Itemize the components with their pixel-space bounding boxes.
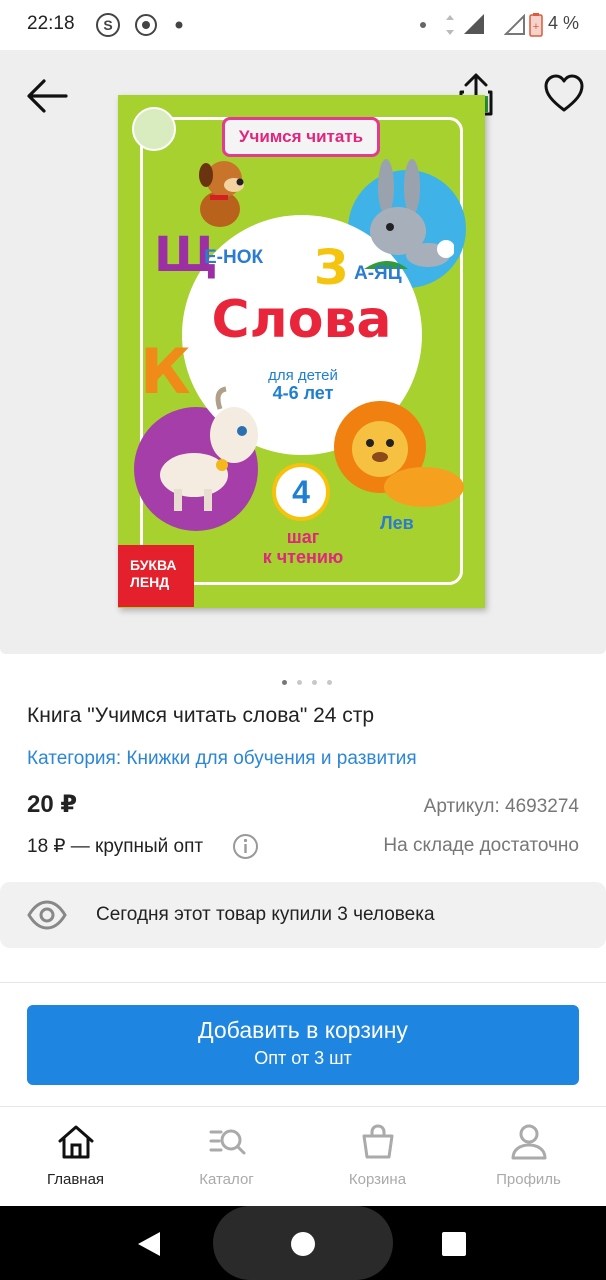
system-navigation-bar: [0, 1206, 606, 1280]
publisher-logo-icon: [132, 107, 176, 151]
favorite-heart-icon[interactable]: [542, 72, 586, 116]
gallery-dot-3[interactable]: [312, 680, 317, 685]
brand-line2: ЛЕНД: [130, 574, 170, 590]
cell-signal-icon: [464, 14, 484, 34]
lion-figure: [334, 401, 464, 507]
gallery-dot-1[interactable]: [282, 680, 287, 685]
status-bar: 22:18 S + 4 %: [0, 0, 606, 50]
shopping-bag-icon: [362, 1124, 394, 1159]
skype-notification-icon: S: [96, 13, 120, 37]
status-time: 22:18: [27, 13, 75, 34]
battery-icon: +: [529, 13, 543, 37]
tab-cart[interactable]: Корзина: [302, 1107, 453, 1207]
back-arrow-icon[interactable]: [24, 76, 70, 116]
wholesale-price: 18 ₽ — крупный опт: [27, 836, 204, 857]
book-series-label: Учимся читать: [222, 117, 380, 157]
step-text-line1: шаг: [286, 527, 320, 547]
gallery-pagination-dots: [282, 672, 342, 690]
bottom-tab-bar: Главная Каталог Корзина Профиль: [0, 1106, 606, 1206]
dot-icon: [420, 22, 426, 28]
tab-home[interactable]: Главная: [0, 1107, 151, 1207]
tab-profile-label: Профиль: [496, 1171, 561, 1188]
add-to-cart-button[interactable]: Добавить в корзину Опт от 3 шт: [27, 1005, 579, 1085]
bought-today-text: Сегодня этот товар купили 3 человека: [96, 904, 435, 925]
gallery-dot-4[interactable]: [327, 680, 332, 685]
bought-today-banner: Сегодня этот товар купили 3 человека: [0, 882, 606, 948]
gallery-dot-2[interactable]: [297, 680, 302, 685]
add-to-cart-label: Добавить в корзину: [198, 1017, 408, 1043]
step-number-badge: 4: [272, 463, 330, 521]
nav-home-icon[interactable]: [289, 1230, 317, 1258]
tab-home-label: Главная: [46, 1171, 105, 1188]
info-icon[interactable]: [232, 833, 259, 860]
stock-status: На складе достаточно: [383, 835, 579, 856]
wifi-signal-icon: [504, 13, 525, 35]
book-age-line1: для детей: [268, 367, 338, 384]
nav-recents-icon[interactable]: [441, 1231, 467, 1257]
chrome-notification-icon: [135, 14, 157, 36]
product-article: Артикул: 4693274: [423, 796, 579, 817]
add-to-cart-sublabel: Опт от 3 шт: [254, 1048, 352, 1068]
lion-label: Лев: [380, 513, 414, 533]
puppy-illustration: [199, 161, 244, 227]
cover-word-2: А-ЯЦ: [354, 263, 402, 284]
add-to-cart-area: Добавить в корзину Опт от 3 шт: [0, 982, 606, 1106]
svg-text:S: S: [103, 17, 112, 33]
product-title: Книга "Учимся читать слова" 24 стр: [27, 704, 375, 727]
tab-catalog[interactable]: Каталог: [151, 1107, 302, 1207]
data-transfer-icon: [446, 15, 454, 35]
svg-text:+: +: [533, 21, 539, 33]
catalog-search-icon: [209, 1129, 246, 1155]
goat-figure: [160, 386, 258, 511]
step-text-line2: к чтению: [262, 547, 344, 567]
battery-percent: 4 %: [547, 13, 579, 33]
book-cover-image[interactable]: Учимся читать Щ Е-НОК З А-ЯЦ Слова К для…: [118, 95, 485, 608]
tab-cart-label: Корзина: [348, 1171, 407, 1188]
product-image-gallery[interactable]: Учимся читать Щ Е-НОК З А-ЯЦ Слова К для…: [0, 50, 606, 654]
tab-profile[interactable]: Профиль: [453, 1107, 604, 1207]
brand-badge: БУКВА ЛЕНД: [118, 545, 194, 607]
nav-back-icon[interactable]: [136, 1230, 164, 1258]
tab-catalog-label: Каталог: [199, 1171, 254, 1188]
step-text: шаг к чтению: [228, 527, 378, 567]
profile-icon: [511, 1124, 547, 1160]
brand-line1: БУКВА: [130, 557, 177, 573]
cover-letter-2: З: [314, 240, 349, 296]
home-icon: [58, 1125, 94, 1159]
more-notifications-dot-icon: [175, 21, 183, 29]
product-price: 20 ₽: [27, 791, 78, 818]
partially-hidden-text: [27, 966, 587, 982]
rabbit-figure: [364, 159, 454, 269]
product-category-link[interactable]: Категория: Книжки для обучения и развити…: [27, 748, 417, 770]
cover-word-1: Е-НОК: [204, 247, 264, 268]
eye-icon: [27, 900, 67, 930]
